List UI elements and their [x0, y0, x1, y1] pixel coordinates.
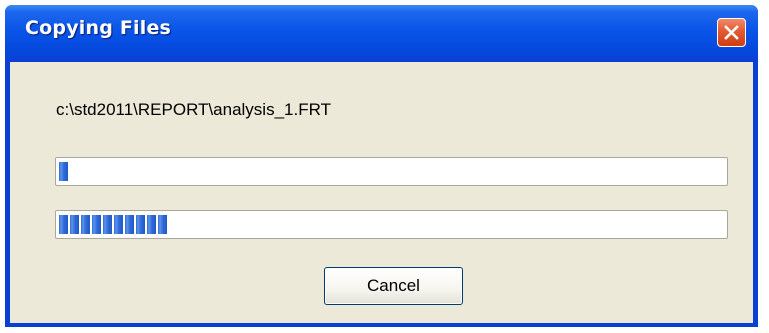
total-progress-fill: [59, 215, 167, 234]
file-progress-bar: [55, 157, 728, 186]
close-button[interactable]: [717, 18, 746, 47]
title-bar[interactable]: Copying Files: [5, 5, 758, 62]
dialog-body: c:\std2011\REPORT\analysis_1.FRT Cancel: [10, 62, 753, 323]
close-icon: [724, 25, 739, 40]
copying-files-dialog: Copying Files c:\std2011\REPORT\analysis…: [5, 5, 758, 327]
current-file-path: c:\std2011\REPORT\analysis_1.FRT: [56, 100, 331, 119]
total-progress-bar: [55, 210, 728, 239]
file-progress-fill: [59, 162, 68, 181]
cancel-button[interactable]: Cancel: [324, 267, 463, 305]
window-title: Copying Files: [25, 17, 172, 39]
